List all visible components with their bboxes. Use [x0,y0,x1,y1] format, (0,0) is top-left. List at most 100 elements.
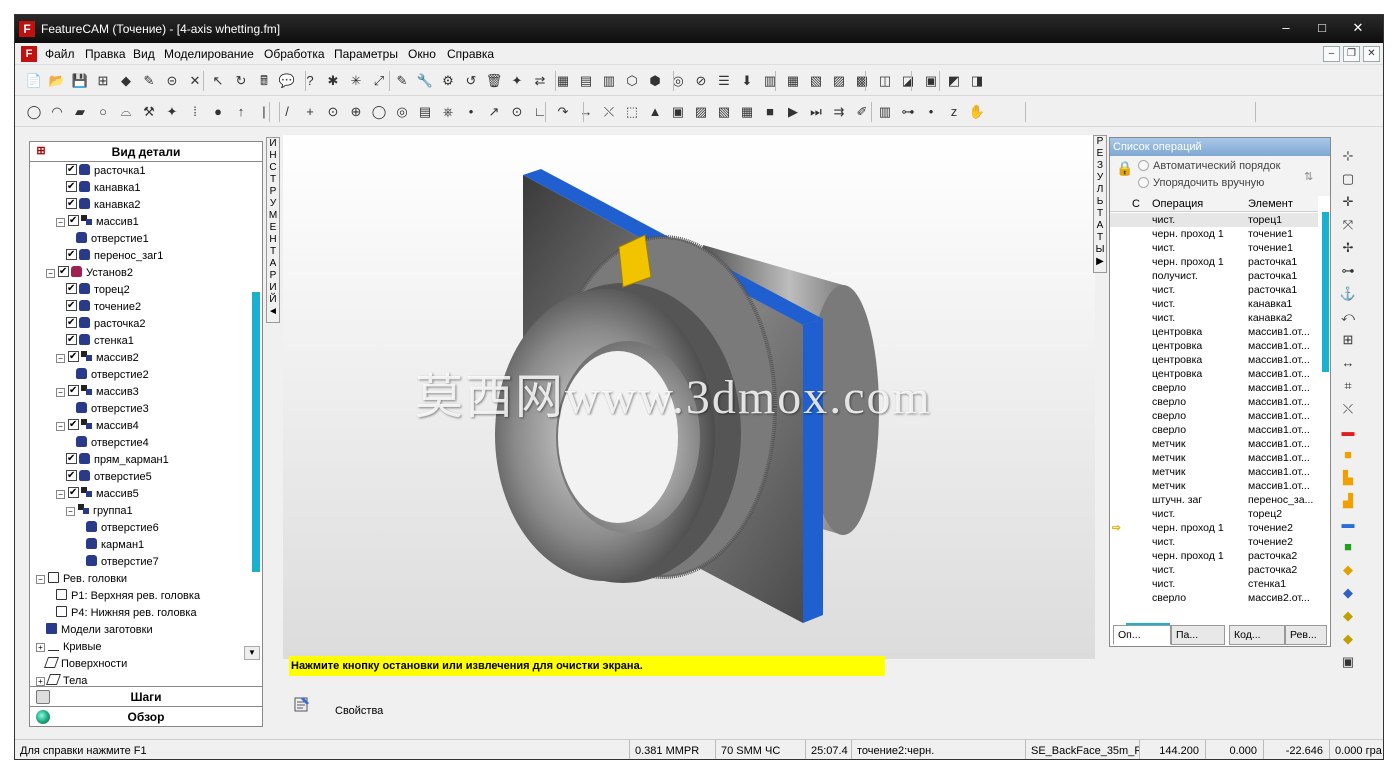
checkbox[interactable] [58,263,69,281]
operation-row[interactable]: сверло массив1.от... [1110,409,1318,423]
toolbar2-button-32[interactable]: ■ [761,103,779,121]
tree-item[interactable]: − Рев. головки [36,570,127,588]
operation-row[interactable]: ⇨ черн. проход 1 точение2 [1110,521,1318,535]
tree-item[interactable]: отверстие2 [76,366,149,384]
operation-row[interactable]: центровка массив1.от... [1110,367,1318,381]
toolbar2-button-22[interactable]: ∟ [531,103,549,121]
checkbox[interactable] [66,467,77,485]
right-toolbar-button-15[interactable]: ▟ [1339,492,1357,510]
col-c-header[interactable]: С [1132,196,1140,212]
toolbar1-button-36[interactable]: ▩ [853,72,871,90]
toolbar1-button-21[interactable]: ✦ [508,72,526,90]
toolbar1-button-5[interactable]: ✎ [140,72,158,90]
toolbar1-button-28[interactable]: ◎ [669,72,687,90]
checkbox[interactable] [68,212,79,230]
right-toolbar-button-12[interactable]: ▬ [1339,423,1357,441]
toolbar1-button-35[interactable]: ▨ [830,72,848,90]
operation-row[interactable]: чист. расточка1 [1110,283,1318,297]
operation-row[interactable]: сверло массив1.от... [1110,381,1318,395]
right-toolbar-button-3[interactable]: ⤧ [1339,216,1357,234]
steps-bar[interactable]: Шаги [30,686,262,706]
toolbar1-button-11[interactable]: 💬 [278,72,296,90]
toolbar1-button-14[interactable]: ✳ [347,72,365,90]
tree-item[interactable]: − массив5 [56,484,139,503]
tree-item[interactable]: расточка2 [66,314,146,333]
menu-item-5[interactable]: Параметры [334,47,398,61]
toolbar2-button-39[interactable]: • [922,103,940,121]
right-toolbar-button-4[interactable]: ✢ [1339,239,1357,257]
menu-item-3[interactable]: Моделирование [164,47,254,61]
mdi-close-button[interactable]: ✕ [1363,46,1380,62]
toolbar1-button-9[interactable]: ↻ [232,72,250,90]
right-toolbar-button-19[interactable]: ◆ [1339,584,1357,602]
expand-toggle-icon[interactable]: − [56,354,65,363]
toolbar2-button-11[interactable]: / [278,103,296,121]
properties-icon[interactable] [293,695,311,713]
toolbar1-button-13[interactable]: ✱ [324,72,342,90]
sort-icon[interactable]: ⇅ [1304,170,1313,183]
ops-scrollbar[interactable] [1322,212,1329,372]
menu-item-6[interactable]: Окно [408,47,436,61]
toolbar2-button-14[interactable]: ⊕ [347,103,365,121]
toolbar2-button-10[interactable]: | [255,103,273,121]
right-toolbar-button-2[interactable]: ✛ [1339,193,1357,211]
toolbar1-button-31[interactable]: ⬇ [738,72,756,90]
toolbar2-button-9[interactable]: ↑ [232,103,250,121]
checkbox[interactable] [66,246,77,264]
toolbar1-button-18[interactable]: ⚙ [439,72,457,90]
tree-item[interactable]: расточка1 [66,162,146,180]
toolbar1-button-7[interactable]: ✕ [186,72,204,90]
toolbar1-button-39[interactable]: ▣ [922,72,940,90]
tree-item[interactable]: − массив2 [56,348,139,367]
tree-item[interactable]: P1: Верхняя рев. головка [56,587,200,605]
right-toolbar-button-21[interactable]: ◆ [1339,630,1357,648]
toolbar2-button-5[interactable]: ⚒ [140,103,158,121]
toolbar1-button-40[interactable]: ◩ [945,72,963,90]
toolbar2-button-23[interactable]: ↷ [554,103,572,121]
expand-toggle-icon[interactable]: + [36,643,45,652]
operation-row[interactable]: штучн. заг перенос_за... [1110,493,1318,507]
toolbar2-button-13[interactable]: ⊙ [324,103,342,121]
tree-item[interactable]: отверстие1 [76,230,149,248]
toolbar1-button-41[interactable]: ◨ [968,72,986,90]
operation-row[interactable]: чист. точение2 [1110,535,1318,549]
toolbar1-button-34[interactable]: ▧ [807,72,825,90]
toolbar2-button-2[interactable]: ▰ [71,103,89,121]
tree-item[interactable]: − Установ2 [46,263,133,282]
results-tab[interactable]: Р Е З У Л Ь Т А Т Ы ▶ [1093,135,1107,273]
right-toolbar-button-8[interactable]: ⊞ [1339,331,1357,349]
checkbox[interactable] [66,195,77,213]
operation-row[interactable]: чист. расточка2 [1110,563,1318,577]
col-operation-header[interactable]: Операция [1152,196,1203,212]
menu-item-2[interactable]: Вид [133,47,155,61]
lock-icon[interactable]: 🔒 [1116,160,1134,178]
menu-item-1[interactable]: Правка [85,47,126,61]
operation-row[interactable]: чист. точение1 [1110,241,1318,255]
expand-toggle-icon[interactable]: − [56,422,65,431]
tree-item[interactable]: прям_карман1 [66,450,169,469]
toolbar1-button-4[interactable]: ◆ [117,72,135,90]
menu-item-7[interactable]: Справка [447,47,494,61]
operation-row[interactable]: центровка массив1.от... [1110,339,1318,353]
operation-row[interactable]: сверло массив2.от... [1110,591,1318,605]
right-toolbar-button-20[interactable]: ◆ [1339,607,1357,625]
toolbar2-button-15[interactable]: ◯ [370,103,388,121]
toolbar2-button-31[interactable]: ▦ [738,103,756,121]
toolbar1-button-33[interactable]: ▦ [784,72,802,90]
right-toolbar-button-10[interactable]: ⌗ [1339,377,1357,395]
operation-row[interactable]: метчик массив1.от... [1110,451,1318,465]
tree-item[interactable]: − группа1 [66,502,133,520]
right-toolbar-button-16[interactable]: ▬ [1339,515,1357,533]
operation-row[interactable]: чист. стенка1 [1110,577,1318,591]
toolbar2-button-20[interactable]: ↗ [485,103,503,121]
operation-row[interactable]: чист. торец1 [1110,213,1318,227]
tree-item[interactable]: отверстие3 [76,400,149,418]
operation-row[interactable]: чист. канавка1 [1110,297,1318,311]
checkbox[interactable] [66,162,77,179]
operations-tab-3[interactable]: Рев... [1285,625,1327,645]
toolbar2-button-37[interactable]: ▥ [876,103,894,121]
operation-row[interactable]: чист. торец2 [1110,507,1318,521]
operations-tab-0[interactable]: Оп... [1113,625,1171,645]
right-toolbar-button-11[interactable]: ⤬ [1339,400,1357,418]
toolbar1-button-37[interactable]: ◫ [876,72,894,90]
